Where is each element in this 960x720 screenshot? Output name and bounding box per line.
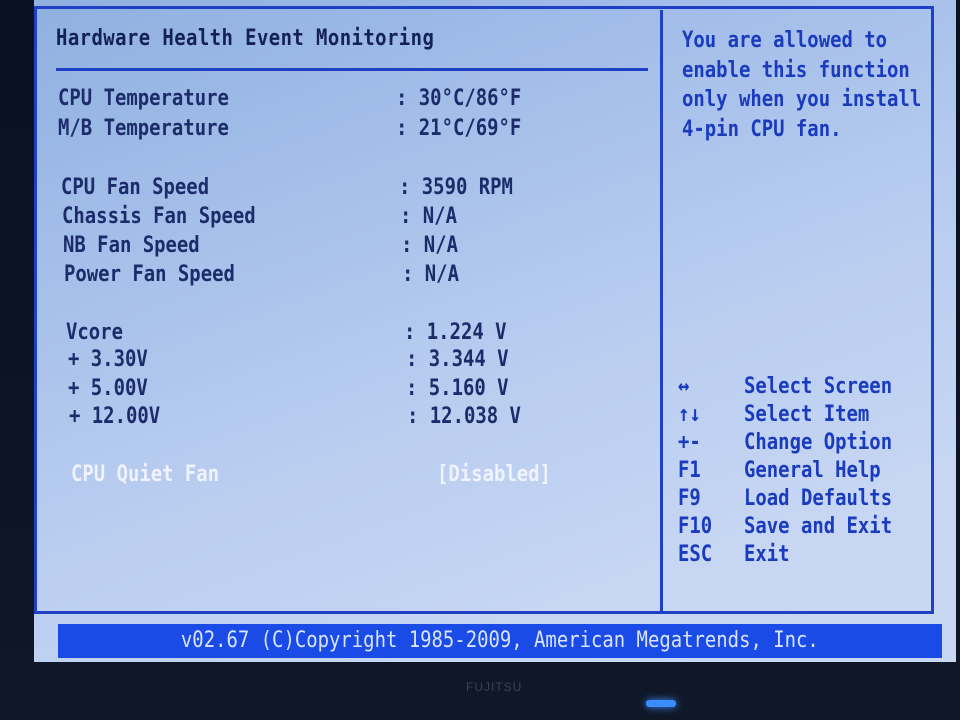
power-fan-speed-label: Power Fan Speed bbox=[64, 262, 235, 287]
chassis-fan-speed-label: Chassis Fan Speed bbox=[62, 204, 256, 229]
key-desc: Change Option bbox=[744, 430, 893, 455]
help-line: 4-pin CPU fan. bbox=[682, 116, 842, 142]
mb-temperature-label: M/B Temperature bbox=[58, 116, 229, 141]
key-desc: Load Defaults bbox=[744, 486, 893, 511]
cpu-temperature-value: : 30°C/86°F bbox=[396, 86, 522, 111]
nb-fan-speed-label: NB Fan Speed bbox=[63, 233, 200, 258]
voltage-3v3-label: + 3.30V bbox=[68, 347, 148, 372]
key-label: F9 bbox=[678, 486, 701, 511]
title-divider bbox=[56, 68, 648, 71]
power-led-icon bbox=[646, 700, 676, 707]
vcore-value: : 1.224 V bbox=[404, 320, 507, 345]
plus-minus-icon: +- bbox=[678, 430, 701, 455]
key-label: F10 bbox=[678, 514, 713, 539]
copyright-text: v02.67 (C)Copyright 1985-2009, American … bbox=[181, 628, 819, 653]
panel-divider bbox=[660, 10, 663, 614]
page-title: Hardware Health Event Monitoring bbox=[56, 26, 435, 51]
voltage-12v-label: + 12.00V bbox=[69, 404, 161, 429]
voltage-12v-value: : 12.038 V bbox=[407, 404, 521, 429]
voltage-5v-label: + 5.00V bbox=[68, 376, 148, 401]
cpu-fan-speed-value: : 3590 RPM bbox=[399, 175, 513, 200]
cpu-temperature-label: CPU Temperature bbox=[58, 86, 229, 111]
key-desc: General Help bbox=[744, 458, 881, 483]
up-down-arrow-icon: ↑↓ bbox=[678, 402, 701, 427]
key-label: ESC bbox=[678, 542, 713, 567]
chassis-fan-speed-value: : N/A bbox=[400, 204, 457, 229]
cpu-quiet-fan-value[interactable]: [Disabled] bbox=[437, 462, 551, 487]
copyright-bar: v02.67 (C)Copyright 1985-2009, American … bbox=[58, 624, 942, 658]
nb-fan-speed-value: : N/A bbox=[401, 233, 458, 258]
cpu-quiet-fan-label: CPU Quiet Fan bbox=[71, 462, 220, 487]
help-line: enable this function bbox=[682, 57, 910, 83]
key-desc: Exit bbox=[744, 542, 790, 567]
left-right-arrow-icon: ↔ bbox=[678, 374, 690, 399]
help-line: only when you install bbox=[682, 87, 922, 112]
key-desc: Select Item bbox=[744, 402, 870, 427]
cpu-fan-speed-label: CPU Fan Speed bbox=[61, 175, 210, 200]
key-desc: Save and Exit bbox=[744, 514, 893, 539]
power-fan-speed-value: : N/A bbox=[402, 262, 459, 287]
voltage-5v-value: : 5.160 V bbox=[406, 376, 509, 401]
voltage-3v3-value: : 3.344 V bbox=[406, 347, 509, 372]
help-line: You are allowed to bbox=[682, 28, 888, 53]
help-panel: You are allowed to enable this function … bbox=[682, 26, 942, 144]
key-label: F1 bbox=[678, 458, 701, 483]
mb-temperature-value: : 21°C/69°F bbox=[396, 116, 522, 141]
vcore-label: Vcore bbox=[66, 320, 123, 345]
key-desc: Select Screen bbox=[744, 374, 893, 399]
monitor-brand-logo: FUJITSU bbox=[466, 680, 523, 694]
